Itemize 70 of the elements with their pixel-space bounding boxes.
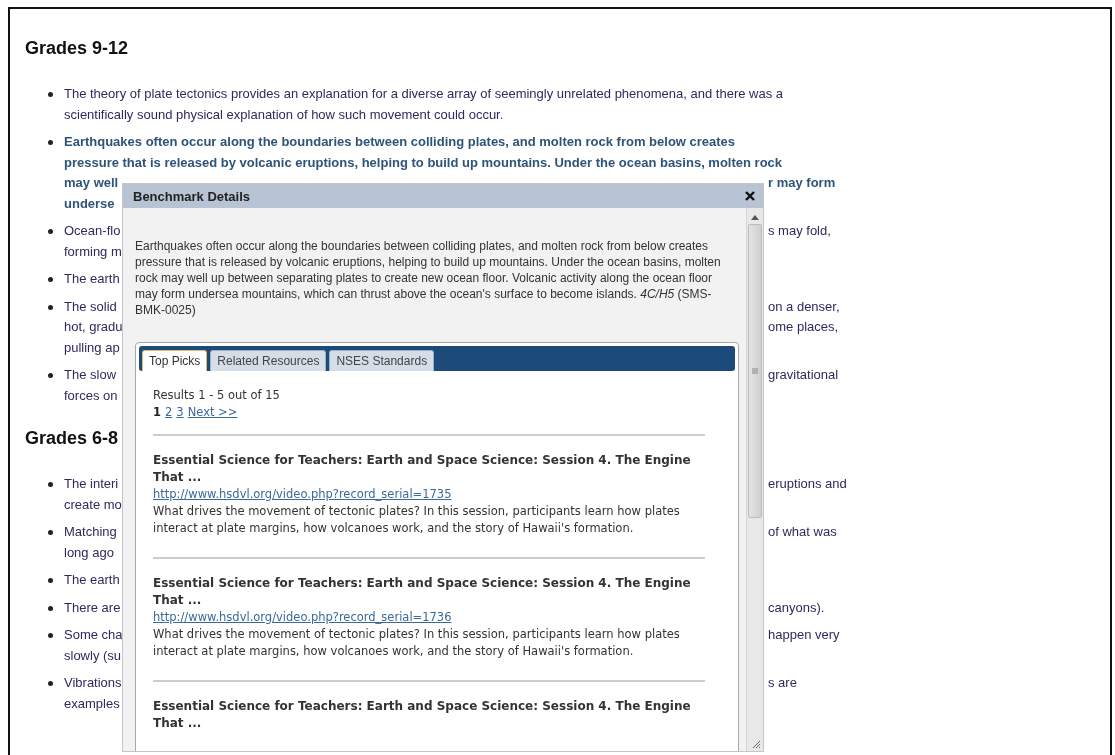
bullet-icon — [48, 578, 53, 583]
results-summary: Results 1 - 5 out of 15 — [153, 387, 281, 404]
bullet-icon — [48, 92, 53, 97]
benchmark-text: long ago — [64, 544, 114, 560]
benchmark-text: forming m — [64, 243, 122, 259]
bullet-icon — [48, 229, 53, 234]
benchmark-text: The earth — [64, 572, 120, 587]
next-link[interactable]: Next >> — [187, 404, 238, 421]
benchmark-text: forces on — [64, 387, 118, 403]
dialog-title: Benchmark Details — [133, 188, 251, 204]
benchmark-text: canyons). — [768, 599, 825, 615]
bullet-icon — [48, 530, 53, 535]
benchmark-text: The theory of plate tectonics provides an explanation for a diverse array of seemingly unrelated phenomena, and there was a — [64, 85, 784, 103]
benchmark-text: ome places, — [768, 319, 839, 334]
benchmark-text: examples — [64, 695, 120, 711]
close-icon[interactable] — [745, 191, 755, 201]
page-link[interactable]: 1 — [153, 404, 161, 421]
benchmark-text: The interi — [64, 476, 119, 491]
section-heading: Grades 9-12 — [25, 38, 129, 58]
benchmark-text: The earth — [64, 271, 120, 286]
resize-grip-icon[interactable] — [751, 739, 761, 749]
result-title: Essential Science for Teachers: Earth and Space Science: Session 4. The Engine That ... — [153, 575, 692, 609]
benchmark-text: underse — [64, 195, 115, 211]
benchmark-text: gravitational — [768, 367, 839, 382]
tab[interactable]: Top Picks — [142, 350, 208, 371]
bullet-icon — [48, 681, 53, 686]
benchmark-text: slowly (su — [64, 647, 122, 663]
bullet-icon — [48, 482, 53, 487]
scroll-up-icon[interactable] — [751, 214, 759, 220]
benchmark-text: There are — [64, 599, 121, 615]
section-heading: Grades 6-8 — [25, 428, 119, 448]
benchmark-text: eruptions and — [768, 476, 847, 491]
scrollbar[interactable] — [746, 208, 763, 751]
benchmark-text: may well — [64, 175, 119, 190]
result-link[interactable]: http://www.hsdvl.org/video.php?record_serial=1735 — [153, 486, 452, 503]
benchmark-text: The solid — [64, 298, 117, 314]
bullet-icon — [48, 633, 53, 638]
benchmark-text: s may fold, — [768, 223, 831, 238]
benchmark-text: on a denser, — [768, 298, 840, 314]
tab[interactable]: NSES Standards — [329, 350, 435, 371]
page-link[interactable]: 3 — [176, 404, 184, 421]
benchmark-text: hot, gradu — [64, 319, 123, 334]
benchmark-text: Ocean-flo — [64, 223, 121, 238]
result-link[interactable]: http://www.hsdvl.org/video.php?record_serial=1736 — [153, 609, 452, 626]
bullet-icon — [48, 140, 53, 145]
benchmark-text: happen very — [768, 627, 840, 642]
benchmark-text: scientifically sound physical explanation of how such movement could occur. — [64, 105, 504, 124]
result-title: Essential Science for Teachers: Earth and Space Science: Session 4. The Engine That ... — [153, 452, 692, 486]
page-link[interactable]: 2 — [165, 404, 173, 421]
benchmark-text: of what was — [768, 524, 837, 539]
benchmark-text: The slow — [64, 367, 117, 382]
tab[interactable]: Related Resources — [210, 350, 327, 371]
benchmark-text: pulling ap — [64, 339, 120, 355]
scroll-thumb[interactable] — [748, 224, 762, 518]
result-title: Essential Science for Teachers: Earth and Space Science: Session 4. The Engine That ... — [153, 698, 692, 732]
benchmark-text: Matching — [64, 524, 117, 539]
result-description: What drives the movement of tectonic plates? In this session, participants learn how plates interact at plate margins, how volcanoes work, and the story of Hawaii's formation. — [153, 503, 681, 537]
bullet-icon — [48, 605, 53, 611]
benchmark-text: Vibrations — [64, 675, 122, 690]
benchmark-text: r may form — [768, 175, 836, 190]
bullet-icon — [48, 277, 53, 282]
benchmark-text: pressure that is released by volcanic eruptions, helping to build up mountains. Under the ocean basins, molten rock — [64, 153, 783, 172]
result-description: What drives the movement of tectonic plates? In this session, participants learn how plates interact at plate margins, how volcanoes work, and the story of Hawaii's formation. — [153, 626, 681, 660]
benchmark-text: Some cha — [64, 627, 123, 642]
benchmark-text: Earthquakes often occur along the boundaries between colliding plates, and molten rock from below creates — [64, 133, 736, 151]
benchmark-text: s are — [768, 675, 797, 690]
bullet-icon — [48, 304, 53, 310]
bullet-icon — [48, 373, 53, 378]
benchmark-description: Earthquakes often occur along the boundaries between colliding plates, and molten rock from below creates pressure that is released by volcanic eruptions, helping to build up mountains. Under the ocean basins, molten rock may well up between separating plates to create new ocean floor. Volcanic activity along the ocean floor may form undersea mountains, which can thrust above the ocean's surface to become islands. 4C/H5 (SMS-BMK-0025) — [135, 238, 722, 318]
benchmark-text: create mo — [64, 496, 122, 512]
